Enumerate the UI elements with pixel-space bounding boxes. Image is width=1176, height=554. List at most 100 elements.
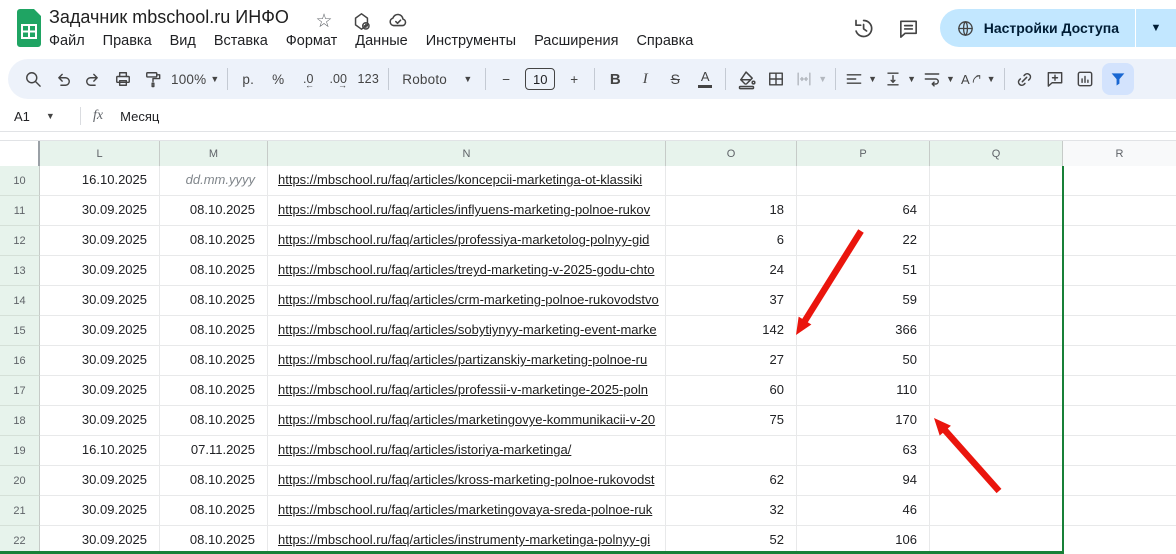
cell-Q17[interactable] bbox=[930, 376, 1063, 406]
cell-P15[interactable]: 366 bbox=[797, 316, 930, 346]
row-header-15[interactable]: 15 bbox=[0, 316, 40, 346]
share-dropdown-caret[interactable]: ▼ bbox=[1136, 9, 1176, 47]
document-title[interactable]: Задачник mbschool.ru ИНФО bbox=[49, 7, 289, 28]
cell-P22[interactable]: 106 bbox=[797, 526, 930, 554]
menu-item-file[interactable]: Файл bbox=[40, 30, 94, 52]
cell-R12[interactable] bbox=[1063, 226, 1176, 256]
cell-R20[interactable] bbox=[1063, 466, 1176, 496]
bold-button[interactable]: B bbox=[600, 64, 630, 94]
cell-P12[interactable]: 22 bbox=[797, 226, 930, 256]
cell-R22[interactable] bbox=[1063, 526, 1176, 554]
menu-item-edit[interactable]: Правка bbox=[94, 30, 161, 52]
cell-N19[interactable]: https://mbschool.ru/faq/articles/istoriy… bbox=[268, 436, 666, 466]
row-header-16[interactable]: 16 bbox=[0, 346, 40, 376]
cell-R21[interactable] bbox=[1063, 496, 1176, 526]
cell-O17[interactable]: 60 bbox=[666, 376, 797, 406]
column-header-Q[interactable]: Q bbox=[930, 141, 1063, 167]
cell-L18[interactable]: 30.09.2025 bbox=[40, 406, 160, 436]
menu-item-tools[interactable]: Инструменты bbox=[417, 30, 525, 52]
cell-P21[interactable]: 46 bbox=[797, 496, 930, 526]
cell-N21[interactable]: https://mbschool.ru/faq/articles/marketi… bbox=[268, 496, 666, 526]
cell-Q22[interactable] bbox=[930, 526, 1063, 554]
cell-M13[interactable]: 08.10.2025 bbox=[160, 256, 268, 286]
font-select[interactable]: Roboto ▼ bbox=[394, 64, 480, 94]
cell-R16[interactable] bbox=[1063, 346, 1176, 376]
select-all-corner[interactable] bbox=[0, 141, 40, 167]
cell-R13[interactable] bbox=[1063, 256, 1176, 286]
redo-icon[interactable] bbox=[78, 64, 108, 94]
row-header-14[interactable]: 14 bbox=[0, 286, 40, 316]
fill-color-icon[interactable] bbox=[731, 64, 761, 94]
text-color-button[interactable]: A bbox=[690, 64, 720, 94]
cell-P20[interactable]: 94 bbox=[797, 466, 930, 496]
cell-P18[interactable]: 170 bbox=[797, 406, 930, 436]
row-header-13[interactable]: 13 bbox=[0, 256, 40, 286]
insert-link-icon[interactable] bbox=[1010, 64, 1040, 94]
cell-N22[interactable]: https://mbschool.ru/faq/articles/instrum… bbox=[268, 526, 666, 554]
undo-icon[interactable] bbox=[48, 64, 78, 94]
format-currency-button[interactable]: р. bbox=[233, 64, 263, 94]
column-header-M[interactable]: M bbox=[160, 141, 268, 167]
search-icon[interactable] bbox=[18, 64, 48, 94]
row-header-17[interactable]: 17 bbox=[0, 376, 40, 406]
cell-Q10[interactable] bbox=[930, 166, 1063, 196]
cell-R11[interactable] bbox=[1063, 196, 1176, 226]
print-icon[interactable] bbox=[108, 64, 138, 94]
cell-N18[interactable]: https://mbschool.ru/faq/articles/marketi… bbox=[268, 406, 666, 436]
cell-O18[interactable]: 75 bbox=[666, 406, 797, 436]
italic-button[interactable]: I bbox=[630, 64, 660, 94]
cell-Q19[interactable] bbox=[930, 436, 1063, 466]
sheets-logo-icon[interactable] bbox=[15, 9, 43, 52]
cell-P10[interactable] bbox=[797, 166, 930, 196]
horizontal-align-icon[interactable]: ▼ bbox=[841, 64, 880, 94]
cell-L12[interactable]: 30.09.2025 bbox=[40, 226, 160, 256]
row-header-12[interactable]: 12 bbox=[0, 226, 40, 256]
cell-L21[interactable]: 30.09.2025 bbox=[40, 496, 160, 526]
cell-O13[interactable]: 24 bbox=[666, 256, 797, 286]
cell-L14[interactable]: 30.09.2025 bbox=[40, 286, 160, 316]
cell-N15[interactable]: https://mbschool.ru/faq/articles/sobytiy… bbox=[268, 316, 666, 346]
cell-R10[interactable] bbox=[1063, 166, 1176, 196]
cell-M21[interactable]: 08.10.2025 bbox=[160, 496, 268, 526]
menu-item-insert[interactable]: Вставка bbox=[205, 30, 277, 52]
menu-item-format[interactable]: Формат bbox=[277, 30, 347, 52]
text-rotation-icon[interactable]: A ▼ bbox=[958, 64, 999, 94]
cell-L10[interactable]: 16.10.2025 bbox=[40, 166, 160, 196]
formula-input[interactable]: Месяц bbox=[120, 109, 159, 124]
menu-item-data[interactable]: Данные bbox=[346, 30, 416, 52]
number-format-button[interactable]: 123 bbox=[353, 64, 383, 94]
cell-L22[interactable]: 30.09.2025 bbox=[40, 526, 160, 554]
cell-R14[interactable] bbox=[1063, 286, 1176, 316]
cell-M19[interactable]: 07.11.2025 bbox=[160, 436, 268, 466]
font-size-input[interactable]: 10 bbox=[525, 68, 556, 90]
cell-L20[interactable]: 30.09.2025 bbox=[40, 466, 160, 496]
increase-font-size-button[interactable]: + bbox=[559, 64, 589, 94]
cell-O12[interactable]: 6 bbox=[666, 226, 797, 256]
version-history-icon[interactable] bbox=[840, 8, 886, 48]
column-header-O[interactable]: O bbox=[666, 141, 797, 167]
cell-R17[interactable] bbox=[1063, 376, 1176, 406]
cell-L17[interactable]: 30.09.2025 bbox=[40, 376, 160, 406]
column-header-P[interactable]: P bbox=[797, 141, 930, 167]
insert-comment-icon[interactable] bbox=[1040, 64, 1070, 94]
row-header-22[interactable]: 22 bbox=[0, 526, 40, 554]
cell-O14[interactable]: 37 bbox=[666, 286, 797, 316]
zoom-select[interactable]: 100% ▼ bbox=[168, 64, 222, 94]
row-header-19[interactable]: 19 bbox=[0, 436, 40, 466]
cell-M20[interactable]: 08.10.2025 bbox=[160, 466, 268, 496]
cell-M11[interactable]: 08.10.2025 bbox=[160, 196, 268, 226]
cell-P11[interactable]: 64 bbox=[797, 196, 930, 226]
column-header-L[interactable]: L bbox=[40, 141, 160, 167]
menu-item-help[interactable]: Справка bbox=[627, 30, 702, 52]
cell-O20[interactable]: 62 bbox=[666, 466, 797, 496]
cell-O11[interactable]: 18 bbox=[666, 196, 797, 226]
cell-L16[interactable]: 30.09.2025 bbox=[40, 346, 160, 376]
cell-Q15[interactable] bbox=[930, 316, 1063, 346]
cell-M22[interactable]: 08.10.2025 bbox=[160, 526, 268, 554]
menu-item-extensions[interactable]: Расширения bbox=[525, 30, 627, 52]
format-percent-button[interactable]: % bbox=[263, 64, 293, 94]
cell-P13[interactable]: 51 bbox=[797, 256, 930, 286]
cell-L19[interactable]: 16.10.2025 bbox=[40, 436, 160, 466]
cell-M16[interactable]: 08.10.2025 bbox=[160, 346, 268, 376]
cell-Q11[interactable] bbox=[930, 196, 1063, 226]
